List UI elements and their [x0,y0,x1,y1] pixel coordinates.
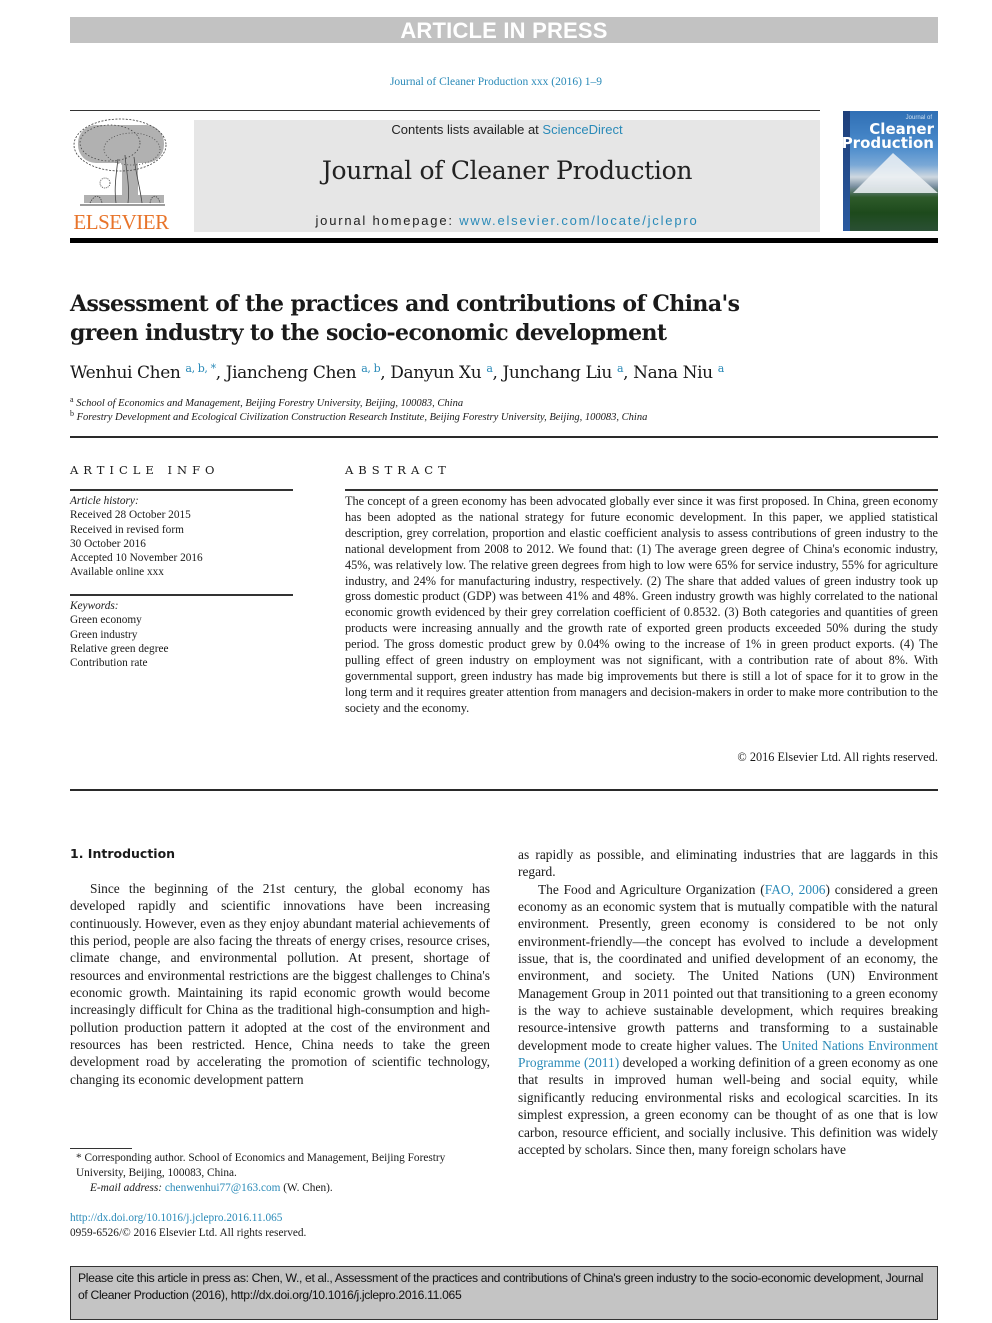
author-separator: , [215,363,226,383]
history-item: Received in revised form [70,523,184,536]
keyword-item: Green industry [70,628,138,641]
body-paragraph: Since the beginning of the 21st century,… [70,881,490,1087]
history-item: Received 28 October 2015 [70,509,191,522]
elsevier-logo[interactable]: ELSEVIER [70,115,172,233]
corresponding-author-footnote: * Corresponding author. School of Econom… [70,1151,490,1195]
article-title: Assessment of the practices and contribu… [70,291,740,346]
article-history-label: Article history: [70,495,139,507]
paragraph-text: developed a working definition of a gree… [518,1055,938,1157]
journal-reference-link[interactable]: Journal of Cleaner Production xxx (2016)… [0,76,992,88]
abstract-copyright: © 2016 Elsevier Ltd. All rights reserved… [737,750,938,764]
body-paragraph: The Food and Agriculture Organization (F… [518,881,938,1159]
elsevier-wordmark: ELSEVIER [73,210,169,234]
author-name[interactable]: Wenhui Chen [70,363,181,383]
affiliation-key: b [70,409,74,418]
abstract-heading: ABSTRACT [345,463,451,477]
keywords-label: Keywords: [70,600,119,612]
article-info-rule [70,489,293,491]
author-separator: , [623,363,634,383]
body-right-column: as rapidly as possible, and eliminating … [518,846,938,1158]
email-suffix: (W. Chen). [280,1181,333,1194]
cover-title: Cleaner Production [843,122,934,152]
email-link[interactable]: chenwenhui77@163.com [165,1182,281,1194]
body-left-column: Since the beginning of the 21st century,… [70,880,490,1088]
journal-homepage-line: journal homepage: www.elsevier.com/locat… [194,213,820,228]
abstract-bottom-rule [70,789,938,791]
journal-homepage-link[interactable]: www.elsevier.com/locate/jclepro [459,213,698,228]
masthead-top-rule [70,110,820,111]
journal-title: Journal of Cleaner Production [321,156,693,185]
body-paragraph-continuation: as rapidly as possible, and eliminating … [518,847,938,880]
article-info-heading: ARTICLE INFO [70,463,220,477]
corresponding-author-text: Corresponding author. School of Economic… [76,1152,446,1179]
email-label: E-mail address: [90,1181,165,1194]
keywords-rule [70,594,293,596]
affiliation-key: a [70,395,74,404]
author-separator: , [380,363,391,383]
homepage-prefix: journal homepage: [315,213,460,228]
author-separator: , [492,363,503,383]
author-name[interactable]: Nana Niu [633,363,713,383]
article-history: Article history: Received 28 October 201… [70,494,300,580]
citation-link-fao[interactable]: FAO, 2006 [765,882,826,897]
affiliation-b: b Forestry Development and Ecological Ci… [70,409,930,423]
affiliation-a: a School of Economics and Management, Be… [70,395,930,409]
section-heading-introduction: 1. Introduction [70,846,176,861]
article-in-press-banner: ARTICLE IN PRESS [70,17,938,43]
header-separator-rule [70,436,938,438]
history-item: 30 October 2016 [70,537,146,550]
keyword-item: Contribution rate [70,657,148,670]
sciencedirect-link[interactable]: ScienceDirect [542,122,622,137]
cover-mountain-shape [853,153,938,193]
citation-notice-box: Please cite this article in press as: Ch… [70,1266,938,1320]
author-affiliation-marks[interactable]: a, b [361,362,380,375]
doi-block: http://dx.doi.org/10.1016/j.jclepro.2016… [70,1211,306,1241]
history-item: Available online xxx [70,566,164,579]
journal-cover-image[interactable]: Journal of Cleaner Production [843,111,938,231]
footnote-star: * [76,1152,82,1164]
abstract-text: The concept of a green economy has been … [345,494,939,715]
keyword-item: Relative green degree [70,642,169,655]
author-affiliation-marks[interactable]: a [718,362,725,375]
contents-prefix: Contents lists available at [391,122,543,137]
paragraph-text: The Food and Agriculture Organization ( [538,881,765,897]
paragraph-text: ) considered a green economy as an econo… [518,881,938,1053]
affiliation-text: Forestry Development and Ecological Civi… [76,412,648,423]
author-list: Wenhui Chen a, b, *, Jiancheng Chen a, b… [70,362,930,383]
author-name[interactable]: Jiancheng Chen [226,363,357,383]
footnote-rule [70,1148,132,1149]
cover-title-line2: Production [843,134,934,152]
author-name[interactable]: Junchang Liu [503,363,613,383]
masthead-bottom-rule [70,238,938,243]
email-line: E-mail address: chenwenhui77@163.com (W.… [70,1181,490,1196]
author-affiliation-marks[interactable]: a, b, * [185,362,216,375]
elsevier-tree-icon [73,118,167,206]
doi-link[interactable]: http://dx.doi.org/10.1016/j.jclepro.2016… [70,1211,306,1226]
keyword-item: Green economy [70,614,142,627]
author-name[interactable]: Danyun Xu [390,363,481,383]
issn-copyright: 0959-6526/© 2016 Elsevier Ltd. All right… [70,1227,307,1239]
journal-masthead: Contents lists available at ScienceDirec… [194,120,820,232]
history-item: Accepted 10 November 2016 [70,552,203,565]
keywords-list: Keywords: Green economy Green industry R… [70,599,300,670]
contents-available-line: Contents lists available at ScienceDirec… [194,122,820,137]
corresponding-author-note: * Corresponding author. School of Econom… [70,1151,490,1181]
abstract-rule [345,489,938,491]
affiliation-text: School of Economics and Management, Beij… [76,398,464,409]
